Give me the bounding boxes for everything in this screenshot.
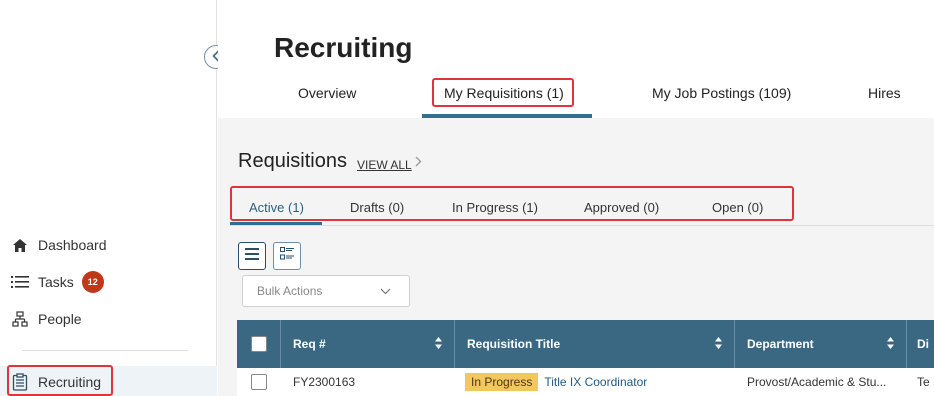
column-header-label: Di xyxy=(917,337,929,351)
tab-overview[interactable]: Overview xyxy=(298,85,356,101)
column-header-label: Req # xyxy=(293,337,326,351)
list-view-button[interactable] xyxy=(238,242,266,270)
app-root: Dashboard Tasks 12 People Recruiting Rec… xyxy=(0,0,934,396)
sidebar-divider xyxy=(22,350,188,351)
sidebar-item-label: Recruiting xyxy=(38,374,102,390)
subtab-in-progress[interactable]: In Progress (1) xyxy=(452,200,538,215)
select-all-cell xyxy=(237,320,281,368)
tab-hires[interactable]: Hires xyxy=(868,85,901,101)
tab-my-job-postings[interactable]: My Job Postings (109) xyxy=(652,85,791,101)
detail-view-button[interactable] xyxy=(273,242,301,270)
requisitions-panel: Requisitions VIEW ALL Active (1) Drafts … xyxy=(218,118,934,396)
tab-my-requisitions[interactable]: My Requisitions (1) xyxy=(444,85,564,101)
home-icon xyxy=(10,238,30,253)
sort-icon xyxy=(715,337,722,352)
sidebar-item-label: People xyxy=(38,311,82,327)
page-title: Recruiting xyxy=(274,32,413,63)
view-all-link[interactable]: VIEW ALL xyxy=(357,158,412,172)
column-header-req[interactable]: Req # xyxy=(281,320,455,368)
column-header-label: Department xyxy=(747,337,814,351)
sidebar-item-recruiting[interactable]: Recruiting xyxy=(10,370,101,394)
division-cell: Te xyxy=(917,375,930,389)
sidebar-item-dashboard[interactable]: Dashboard xyxy=(10,233,107,257)
table-row[interactable]: FY2300163 In Progress Title IX Coordinat… xyxy=(237,368,934,396)
sort-icon xyxy=(435,337,442,352)
subtab-drafts[interactable]: Drafts (0) xyxy=(350,200,404,215)
sidebar-item-label: Dashboard xyxy=(38,237,107,253)
column-header-requisition-title[interactable]: Requisition Title xyxy=(455,320,735,368)
department-cell: Provost/Academic & Stu... xyxy=(747,375,887,389)
sidebar-item-tasks[interactable]: Tasks 12 xyxy=(10,270,104,294)
subtab-approved[interactable]: Approved (0) xyxy=(584,200,659,215)
org-chart-icon xyxy=(10,311,30,327)
clipboard-icon xyxy=(10,373,30,391)
select-all-checkbox[interactable] xyxy=(250,336,267,352)
table-header: Req # Requisition Title Department Di xyxy=(237,320,934,368)
tasks-count-badge: 12 xyxy=(81,271,104,293)
row-checkbox[interactable] xyxy=(251,374,267,390)
status-badge: In Progress xyxy=(465,373,539,391)
sort-icon xyxy=(887,337,894,352)
list-view-icon xyxy=(245,247,259,265)
bulk-actions-dropdown[interactable]: Bulk Actions xyxy=(242,275,410,307)
chevron-down-icon xyxy=(380,284,391,298)
requisitions-heading: Requisitions xyxy=(238,150,347,172)
column-header-label: Requisition Title xyxy=(467,337,561,351)
req-number-cell: FY2300163 xyxy=(293,375,356,389)
subtab-open[interactable]: Open (0) xyxy=(712,200,763,215)
row-select-cell xyxy=(251,368,281,396)
bulk-actions-label: Bulk Actions xyxy=(257,284,323,298)
column-header-division[interactable]: Di xyxy=(907,320,934,368)
requisition-title-cell: In Progress Title IX Coordinator xyxy=(465,368,735,396)
requisition-title-link[interactable]: Title IX Coordinator xyxy=(544,375,647,389)
subtab-divider xyxy=(230,225,934,226)
list-icon xyxy=(10,275,30,289)
detail-view-icon xyxy=(280,247,294,265)
sidebar-item-label: Tasks xyxy=(38,274,74,290)
page-header: Recruiting Overview My Requisitions (1) … xyxy=(218,0,934,118)
subtab-active[interactable]: Active (1) xyxy=(249,200,304,215)
chevron-right-icon xyxy=(415,154,422,170)
column-header-department[interactable]: Department xyxy=(735,320,907,368)
sidebar: Dashboard Tasks 12 People Recruiting xyxy=(0,0,217,396)
sidebar-item-people[interactable]: People xyxy=(10,307,82,331)
